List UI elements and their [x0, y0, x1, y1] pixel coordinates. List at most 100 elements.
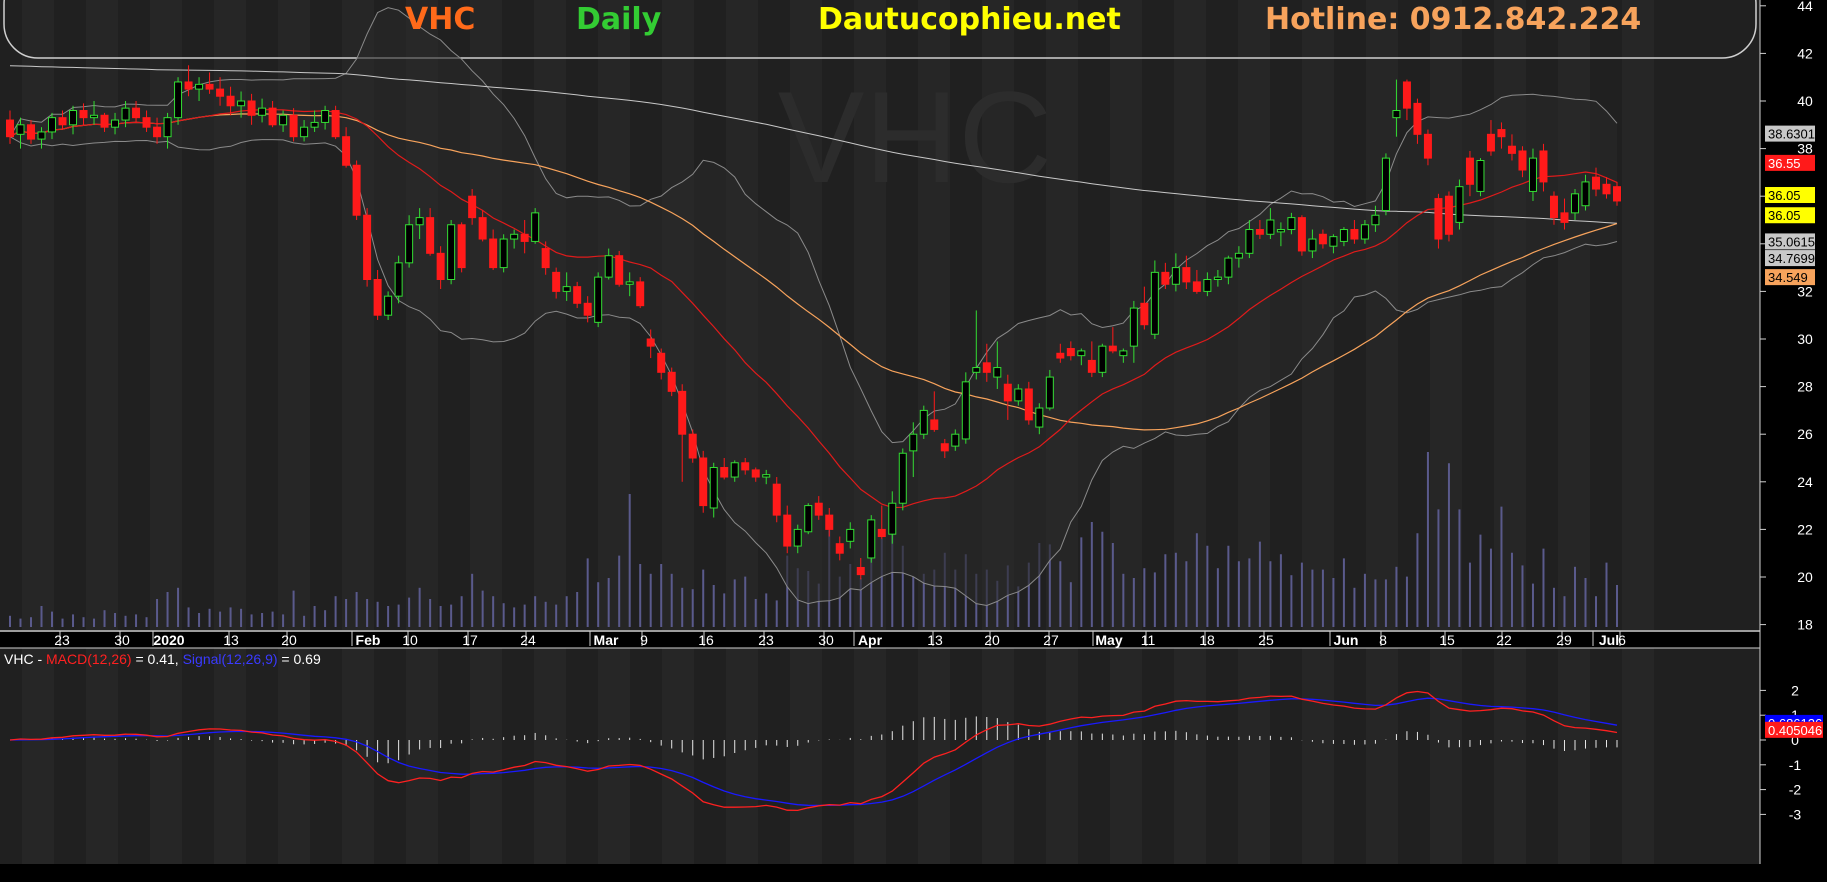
date-tick-label: 30 [818, 632, 834, 648]
price-value-label: 36.05 [1765, 207, 1815, 224]
macd-legend-macd-name: MACD(12,26) [46, 651, 132, 667]
candle-body [426, 217, 435, 254]
macd-stripe [1110, 648, 1142, 864]
candle-body [90, 114, 99, 119]
candle [363, 208, 372, 287]
macd-stripe [22, 648, 54, 864]
candle-body [1455, 186, 1464, 223]
price-value-label-text: 34.549 [1768, 270, 1808, 285]
price-stripe [1366, 0, 1398, 630]
candle [699, 450, 708, 513]
macd-stripe [790, 648, 822, 864]
macd-stripe [1046, 648, 1078, 864]
date-tick-label: 11 [1141, 632, 1156, 648]
candle-body [415, 217, 424, 226]
macd-stripe [150, 648, 182, 864]
price-value-label: 34.549 [1765, 269, 1815, 286]
price-value-label: 38.6301 [1765, 125, 1815, 142]
candle-body [174, 81, 183, 119]
candle-body [531, 212, 540, 242]
price-value-label-text: 36.05 [1768, 208, 1801, 223]
date-tick-label: 13 [223, 632, 239, 648]
price-stripe [1622, 0, 1654, 630]
macd-stripe [1238, 648, 1270, 864]
price-tick-label: 38 [1797, 141, 1813, 157]
macd-stripe [854, 648, 886, 864]
candle-body [1381, 157, 1390, 211]
candle-body [79, 110, 88, 119]
candle-body [405, 224, 414, 264]
candle-body [1276, 229, 1285, 233]
candle-body [153, 126, 162, 138]
symbol-title: VHC [405, 2, 476, 37]
candle [384, 291, 393, 320]
macd-value-label: 0.405046 [1765, 721, 1823, 738]
candle-body [132, 107, 141, 119]
macd-stripe [1430, 648, 1462, 864]
candle-body [184, 81, 193, 90]
price-stripe [86, 0, 118, 630]
candle-body [1297, 217, 1306, 252]
candle-body [520, 233, 529, 242]
candle-body [1129, 307, 1138, 347]
date-tick-label: 10 [402, 632, 418, 648]
macd-stripe [662, 648, 694, 864]
candle-body [1203, 279, 1212, 292]
candle [594, 272, 603, 328]
candle-body [237, 100, 246, 107]
price-chart[interactable]: VHC444240383634323028262422201838.630136… [0, 0, 1827, 882]
candle-body [709, 467, 718, 509]
candle-body [825, 514, 834, 530]
candle-body [1570, 193, 1579, 214]
candle-body [48, 117, 57, 133]
candle [772, 477, 781, 523]
price-tick-label: 20 [1797, 569, 1813, 585]
date-tick-label: 18 [1199, 632, 1215, 648]
candle-body [510, 233, 519, 240]
candle-body [142, 117, 151, 128]
date-tick-label: Mar [594, 632, 619, 648]
candle-body [741, 462, 750, 471]
candle-body [226, 95, 235, 107]
candle-body [993, 367, 1002, 378]
candle-body [940, 443, 949, 452]
macd-legend-symbol: VHC - [4, 651, 46, 667]
price-tick-label: 44 [1797, 0, 1813, 14]
candle-body [331, 110, 340, 138]
candle-body [457, 224, 466, 269]
candle [1444, 191, 1453, 242]
macd-stripe [982, 648, 1014, 864]
candle-body [258, 107, 267, 116]
price-tick-label: 30 [1797, 331, 1813, 347]
hotline-title: Hotline: 0912.842.224 [1265, 2, 1642, 37]
candle-body [930, 419, 939, 430]
price-tick-label: 32 [1797, 283, 1813, 299]
candle-body [730, 462, 739, 478]
candle-body [216, 88, 225, 97]
candle-body [688, 433, 697, 459]
candle-body [1549, 195, 1558, 219]
macd-stripe [1558, 648, 1590, 864]
date-tick-label: 8 [1379, 632, 1387, 648]
candle-body [1339, 229, 1348, 242]
candle-body [279, 114, 288, 126]
candle-body [1245, 229, 1254, 254]
candle [1476, 158, 1485, 197]
macd-tick-label: -2 [1789, 782, 1802, 798]
candle-body [321, 110, 330, 123]
candle-body [1350, 229, 1359, 240]
date-tick-label: Apr [858, 632, 883, 648]
candle-body [1024, 388, 1033, 421]
price-value-label: 36.05 [1765, 187, 1815, 204]
candle-body [205, 83, 214, 90]
candle-body [1035, 407, 1044, 428]
candle [615, 250, 624, 287]
price-stripe [1430, 0, 1462, 630]
date-tick-label: 6 [1618, 632, 1626, 648]
candle-body [1507, 145, 1516, 154]
date-tick-label: 17 [462, 632, 478, 648]
candle [1150, 260, 1159, 339]
candle-body [468, 195, 477, 219]
price-tick-label: 42 [1797, 45, 1813, 61]
price-value-label-text: 38.6301 [1768, 127, 1815, 142]
